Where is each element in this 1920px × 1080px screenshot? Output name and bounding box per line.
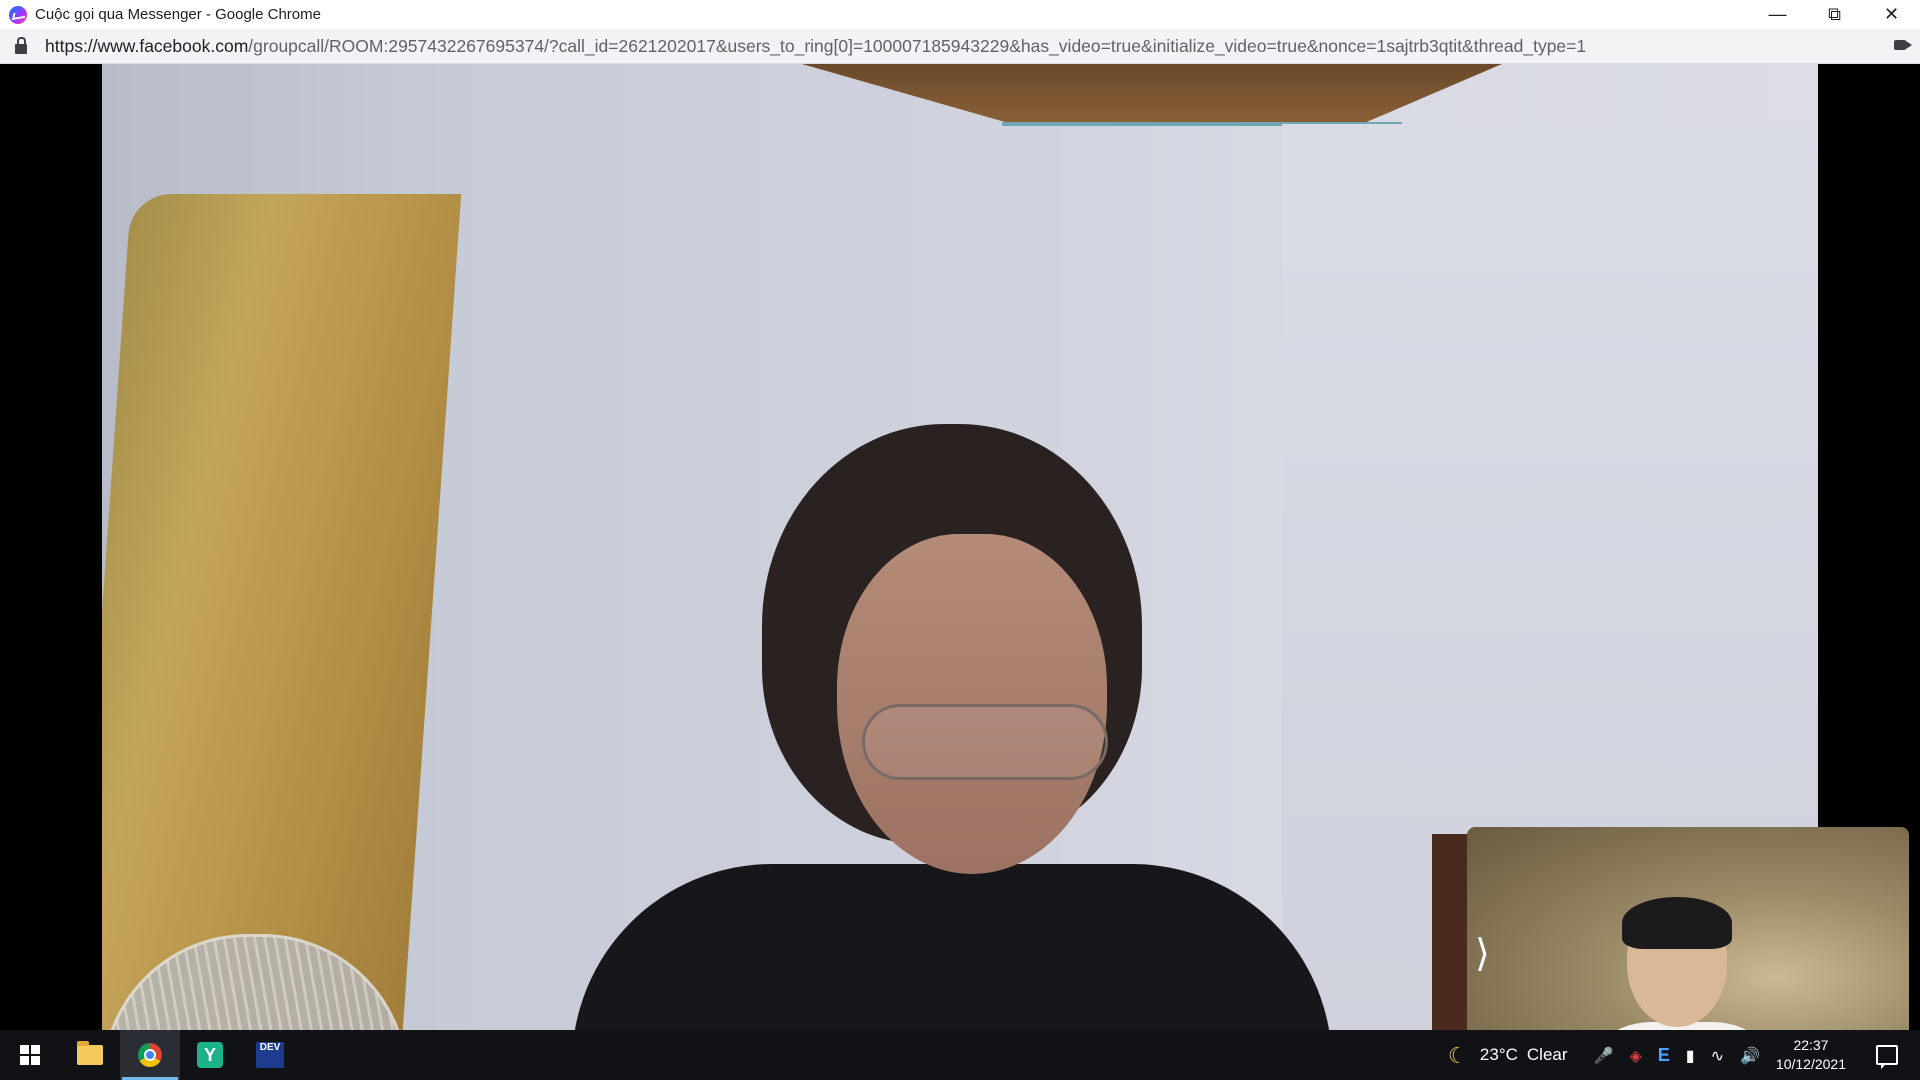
url-path: /groupcall/ROOM:2957432267695374/?call_i…	[248, 35, 1587, 56]
taskbar-chrome[interactable]	[120, 1030, 180, 1080]
app-tray-icon[interactable]: ◈	[1629, 1046, 1641, 1065]
call-stage: ⟩	[0, 64, 1920, 1077]
taskbar-app-y[interactable]: Y	[180, 1030, 240, 1080]
clock[interactable]: 22:37 10/12/2021	[1776, 1036, 1846, 1074]
video-ceiling	[802, 64, 1502, 124]
moon-icon: ☾	[1447, 1044, 1468, 1069]
window-title: Cuộc gọi qua Messenger - Google Chrome	[35, 6, 321, 23]
minimize-button[interactable]: —	[1749, 0, 1806, 29]
taskbar: Y DEV ☾ 23°C Clear 🎤 ◈ E ▮ ∿ 🔊 22:37 10/…	[0, 1030, 1920, 1080]
lock-icon[interactable]	[15, 36, 27, 54]
weather-condition: Clear	[1526, 1045, 1568, 1064]
address-bar[interactable]: https://www.facebook.com/groupcall/ROOM:…	[0, 29, 1920, 64]
url-host: https://www.facebook.com	[45, 35, 249, 56]
close-button[interactable]: ✕	[1863, 0, 1920, 29]
self-person-hair	[1622, 897, 1732, 949]
system-tray: ☾ 23°C Clear 🎤 ◈ E ▮ ∿ 🔊 22:37 10/12/202…	[1448, 1030, 1920, 1080]
dev-app-icon: DEV	[256, 1042, 284, 1068]
video-mattress	[102, 194, 462, 1030]
battery-icon[interactable]: ▮	[1686, 1046, 1695, 1065]
messenger-icon	[9, 5, 27, 24]
taskbar-dev-app[interactable]: DEV	[240, 1030, 300, 1080]
folder-icon	[77, 1041, 103, 1065]
chrome-icon	[138, 1043, 162, 1067]
microphone-icon[interactable]: 🎤	[1594, 1046, 1614, 1065]
weather-widget[interactable]: ☾ 23°C Clear	[1447, 1044, 1568, 1069]
self-view-collapse-button[interactable]: ⟩	[1475, 931, 1490, 975]
volume-icon[interactable]: 🔊	[1740, 1046, 1760, 1065]
clock-time: 22:37	[1793, 1037, 1829, 1053]
window-controls: — ⧉ ✕	[1749, 0, 1920, 29]
remote-person-body	[572, 864, 1332, 1030]
windows-logo-icon	[20, 1045, 40, 1065]
url-text[interactable]: https://www.facebook.com/groupcall/ROOM:…	[45, 36, 1586, 57]
wifi-icon[interactable]: ∿	[1711, 1046, 1724, 1065]
weather-temp: 23°C	[1479, 1045, 1518, 1064]
remote-person-glasses	[862, 704, 1108, 780]
restore-button[interactable]: ⧉	[1806, 0, 1863, 29]
notification-icon[interactable]	[1876, 1045, 1898, 1069]
window-titlebar: Cuộc gọi qua Messenger - Google Chrome —…	[0, 0, 1920, 29]
taskbar-file-explorer[interactable]	[60, 1030, 120, 1080]
input-method-icon[interactable]: E	[1658, 1045, 1670, 1066]
clock-date: 10/12/2021	[1775, 1056, 1846, 1072]
start-button[interactable]	[0, 1030, 60, 1080]
y-app-icon: Y	[197, 1042, 223, 1068]
camera-in-use-icon[interactable]	[1894, 40, 1912, 50]
